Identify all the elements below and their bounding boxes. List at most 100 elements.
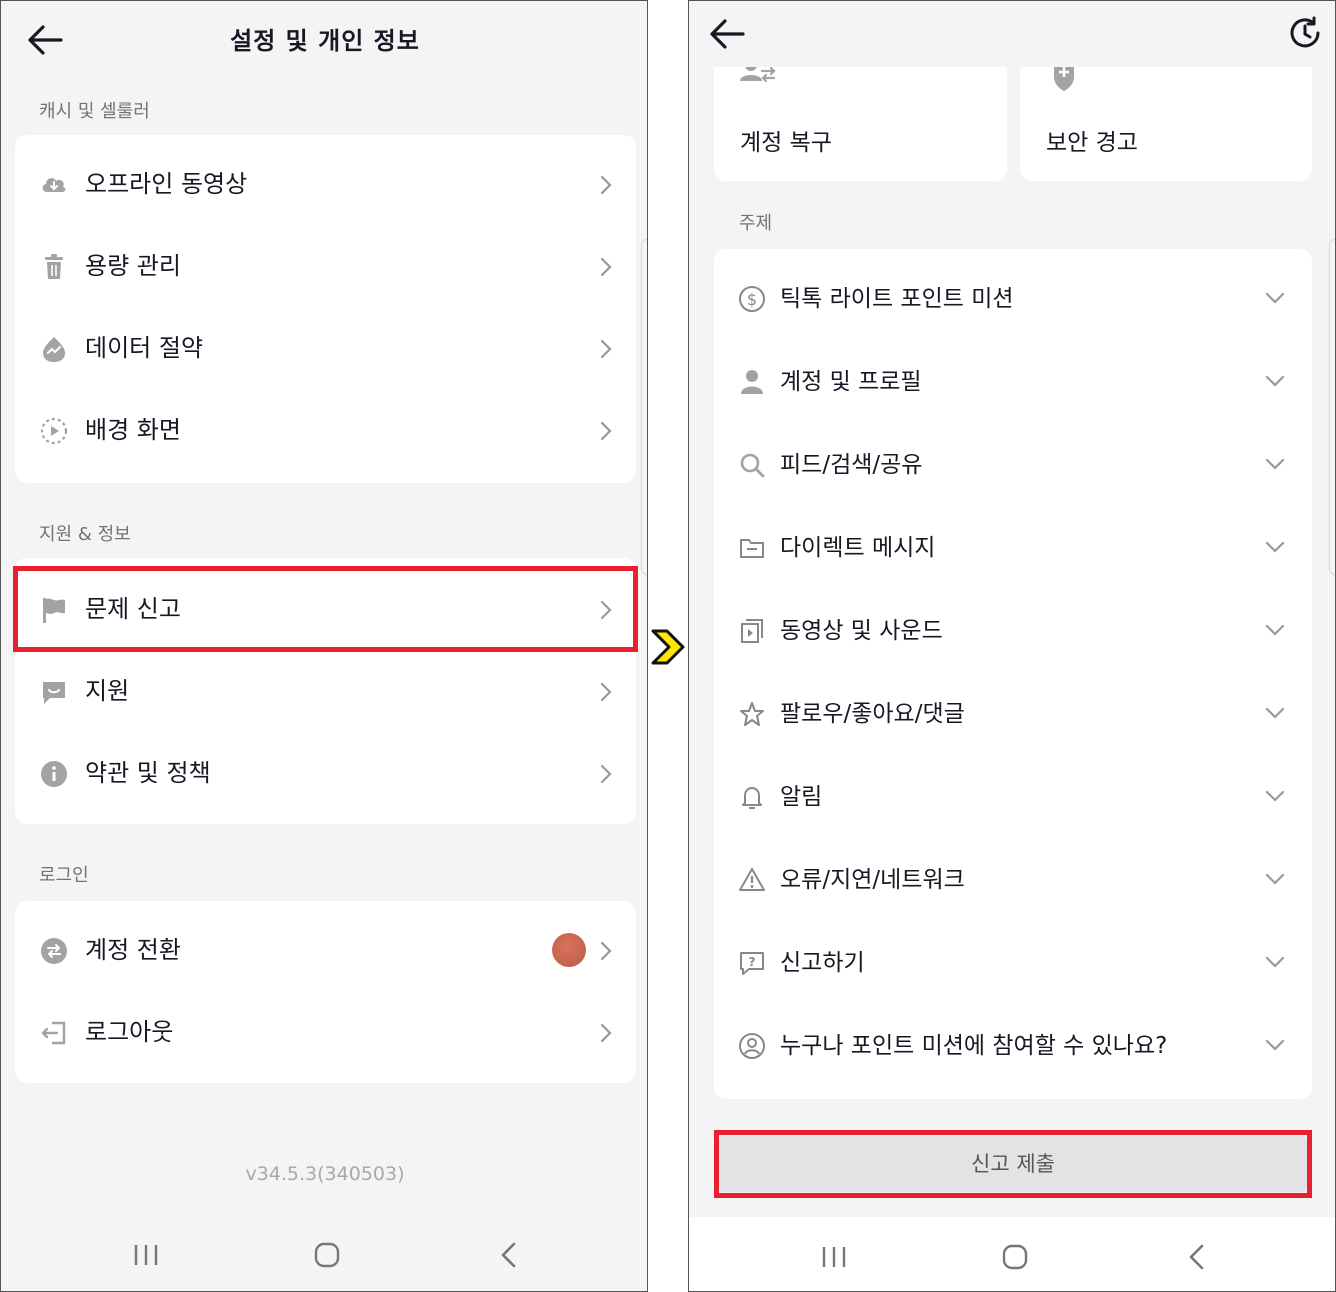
chevron-down-icon <box>1264 373 1286 389</box>
system-navbar <box>1 1215 647 1291</box>
topic-row[interactable]: 누구나 포인트 미션에 참여할 수 있나요? <box>714 1004 1312 1087</box>
topic-label: 동영상 및 사운드 <box>780 618 943 644</box>
user-circle-icon <box>738 1032 766 1060</box>
menu-item-label: 지원 <box>85 677 130 705</box>
chevron-down-icon <box>1264 1037 1286 1053</box>
data-saver-icon <box>39 334 69 364</box>
menu-item-support[interactable]: 지원 <box>15 650 636 732</box>
svg-text:$: $ <box>747 290 757 309</box>
menu-item-label: 로그아웃 <box>85 1018 174 1046</box>
topic-row[interactable]: 다이렉트 메시지 <box>714 506 1312 589</box>
video-icon <box>738 617 766 645</box>
topic-row[interactable]: $ 틱톡 라이트 포인트 미션 <box>714 257 1312 340</box>
back-arrow-icon[interactable] <box>709 17 745 51</box>
report-question-icon: ? <box>738 949 766 977</box>
topic-row[interactable]: 계정 및 프로필 <box>714 340 1312 423</box>
scroll-indicator <box>1329 239 1335 575</box>
topic-row[interactable]: 피드/검색/공유 <box>714 423 1312 506</box>
nav-back-icon[interactable] <box>491 1237 527 1273</box>
section-label-support: 지원 & 정보 <box>39 524 131 545</box>
chevron-down-icon <box>1264 705 1286 721</box>
recent-apps-icon[interactable] <box>128 1237 164 1273</box>
avatar <box>552 933 586 967</box>
warning-icon <box>738 866 766 894</box>
nav-back-icon[interactable] <box>1179 1239 1215 1275</box>
bell-icon <box>738 783 766 811</box>
topic-label: 계정 및 프로필 <box>780 369 922 395</box>
menu-item-offline-video[interactable]: 오프라인 동영상 <box>15 143 636 225</box>
chevron-down-icon <box>1264 871 1286 887</box>
report-problem-screen: 계정 복구 보안 경고 주제 $ 틱톡 라이트 포인트 미션 계정 및 프로필 … <box>688 0 1336 1292</box>
chevron-right-icon <box>598 1021 614 1045</box>
chevron-right-icon <box>598 939 614 963</box>
chevron-down-icon <box>1264 622 1286 638</box>
menu-item-label: 배경 화면 <box>85 416 181 444</box>
next-step-arrow-icon <box>650 628 686 666</box>
menu-item-label: 문제 신고 <box>85 595 181 623</box>
system-navbar <box>689 1217 1335 1291</box>
star-icon <box>738 700 766 728</box>
menu-item-data-saver[interactable]: 데이터 절약 <box>15 307 636 389</box>
submit-report-button[interactable]: 신고 제출 <box>719 1136 1307 1192</box>
topic-label: 팔로우/좋아요/댓글 <box>780 701 965 727</box>
dollar-circle-icon: $ <box>738 285 766 313</box>
menu-item-logout[interactable]: 로그아웃 <box>15 991 636 1073</box>
menu-item-storage[interactable]: 용량 관리 <box>15 225 636 307</box>
support-card: 문제 신고 지원 약관 및 정책 <box>15 558 636 824</box>
page-title: 설정 및 개인 정보 <box>230 27 420 55</box>
info-icon <box>39 759 69 789</box>
menu-item-label: 용량 관리 <box>85 252 181 280</box>
menu-item-switch-account[interactable]: 계정 전환 <box>15 909 636 991</box>
folder-icon <box>738 534 766 562</box>
history-icon[interactable] <box>1287 15 1323 51</box>
menu-item-label: 데이터 절약 <box>85 334 204 362</box>
menu-item-background[interactable]: 배경 화면 <box>15 389 636 471</box>
topic-label: 틱톡 라이트 포인트 미션 <box>780 286 1014 312</box>
play-circle-icon <box>39 416 69 446</box>
topic-row[interactable]: 알림 <box>714 755 1312 838</box>
topics-card: $ 틱톡 라이트 포인트 미션 계정 및 프로필 피드/검색/공유 다이렉트 메… <box>714 249 1312 1099</box>
menu-item-report-problem[interactable]: 문제 신고 <box>15 568 636 650</box>
version-text: v34.5.3(340503) <box>245 1163 405 1185</box>
menu-item-label: 오프라인 동영상 <box>85 170 248 198</box>
topic-row[interactable]: 오류/지연/네트워크 <box>714 838 1312 921</box>
top-card-label: 계정 복구 <box>740 130 832 156</box>
topic-label: 신고하기 <box>780 950 865 976</box>
home-icon[interactable] <box>997 1239 1033 1275</box>
settings-screen: 설정 및 개인 정보 캐시 및 셀룰러 오프라인 동영상 용량 관리 데이터 절… <box>0 0 648 1292</box>
recent-apps-icon[interactable] <box>816 1239 852 1275</box>
trash-icon <box>39 252 69 282</box>
support-chat-icon <box>39 677 69 707</box>
chevron-down-icon <box>1264 539 1286 555</box>
menu-item-label: 약관 및 정책 <box>85 759 211 787</box>
chevron-right-icon <box>598 337 614 361</box>
person-icon <box>738 368 766 396</box>
chevron-right-icon <box>598 255 614 279</box>
topic-label: 오류/지연/네트워크 <box>780 867 965 893</box>
topic-row[interactable]: ? 신고하기 <box>714 921 1312 1004</box>
topic-label: 누구나 포인트 미션에 참여할 수 있나요? <box>780 1033 1168 1059</box>
section-label-cache: 캐시 및 셀룰러 <box>39 101 150 122</box>
section-label-login: 로그인 <box>39 865 89 886</box>
topic-row[interactable]: 동영상 및 사운드 <box>714 589 1312 672</box>
chevron-down-icon <box>1264 788 1286 804</box>
cloud-download-icon <box>39 170 69 200</box>
chevron-down-icon <box>1264 954 1286 970</box>
top-card-label: 보안 경고 <box>1046 130 1138 156</box>
chevron-down-icon <box>1264 290 1286 306</box>
menu-item-label: 계정 전환 <box>85 936 181 964</box>
topic-row[interactable]: 팔로우/좋아요/댓글 <box>714 672 1312 755</box>
home-icon[interactable] <box>309 1237 345 1273</box>
topic-label: 피드/검색/공유 <box>780 452 923 478</box>
chevron-right-icon <box>598 762 614 786</box>
cache-card: 오프라인 동영상 용량 관리 데이터 절약 배경 화면 <box>15 135 636 483</box>
section-label-topics: 주제 <box>739 213 773 234</box>
topic-label: 다이렉트 메시지 <box>780 535 936 561</box>
search-icon <box>738 451 766 479</box>
svg-text:?: ? <box>749 955 756 969</box>
topic-label: 알림 <box>780 784 823 810</box>
chevron-right-icon <box>598 419 614 443</box>
chevron-right-icon <box>598 173 614 197</box>
logout-icon <box>39 1018 69 1048</box>
menu-item-terms[interactable]: 약관 및 정책 <box>15 732 636 814</box>
